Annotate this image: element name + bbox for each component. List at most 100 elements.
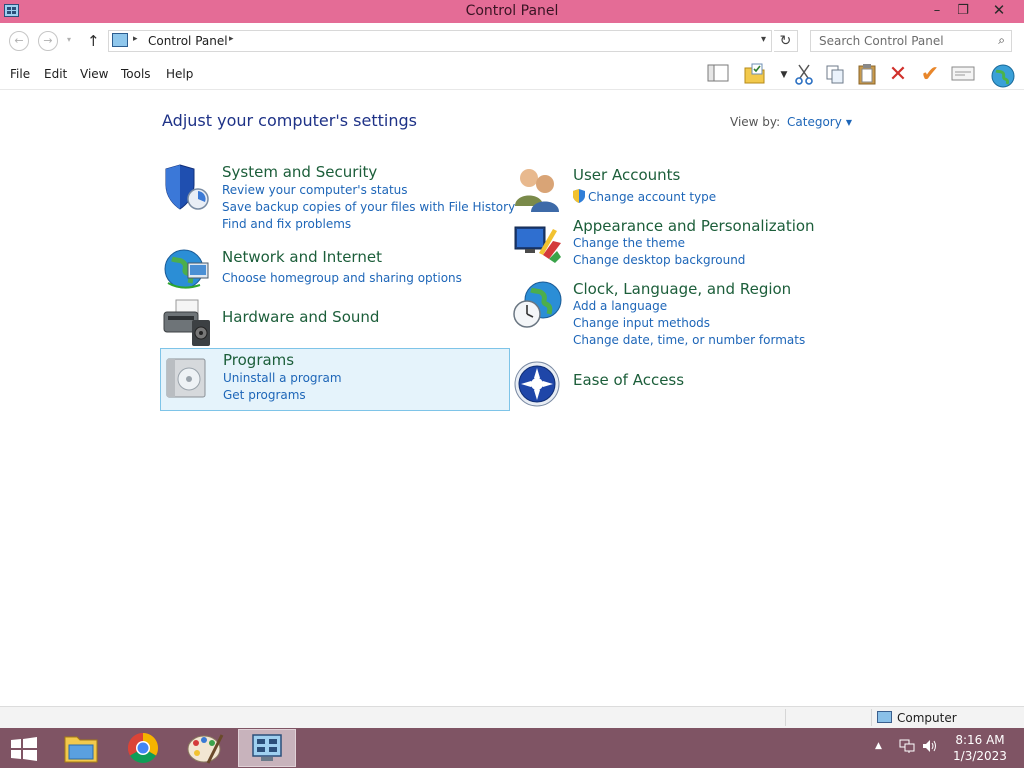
link-review-status[interactable]: Review your computer's status: [222, 183, 408, 197]
category-system-security: System and Security Review your computer…: [162, 163, 515, 237]
navigation-bar: ← → ▾ ↑ ▸ Control Panel ▸ ▾ ↻ Search Con…: [0, 23, 1024, 60]
start-button[interactable]: [10, 737, 38, 761]
dropdown-arrow-icon[interactable]: ▼: [846, 118, 852, 127]
close-button[interactable]: ✕: [979, 0, 1019, 21]
programs-icon[interactable]: [163, 353, 211, 401]
category-user-accounts: User Accounts Change account type: [513, 166, 853, 212]
category-ease-of-access: Ease of Access: [513, 360, 853, 408]
link-text[interactable]: Change account type: [588, 190, 716, 204]
title-bar[interactable]: Control Panel – ❐ ✕: [0, 0, 1024, 23]
taskbar: ▲ 8:16 AM 1/3/2023: [0, 728, 1024, 768]
category-title[interactable]: User Accounts: [573, 166, 680, 184]
clock[interactable]: 8:16 AM 1/3/2023: [944, 732, 1016, 764]
menu-help[interactable]: Help: [166, 67, 193, 81]
breadcrumb-control-panel[interactable]: Control Panel: [148, 34, 228, 48]
category-title[interactable]: Programs: [223, 351, 294, 369]
link-homegroup-sharing[interactable]: Choose homegroup and sharing options: [222, 271, 462, 285]
link-date-time-formats[interactable]: Change date, time, or number formats: [573, 333, 805, 347]
restore-button[interactable]: ❐: [951, 0, 975, 21]
network-icon[interactable]: [899, 739, 915, 757]
search-icon[interactable]: ⌕: [998, 33, 1005, 48]
page-title: Adjust your computer's settings: [162, 111, 417, 130]
category-title[interactable]: Hardware and Sound: [222, 308, 379, 326]
copy-icon[interactable]: [823, 63, 847, 87]
category-title[interactable]: Appearance and Personalization: [573, 217, 815, 235]
link-file-history-backup[interactable]: Save backup copies of your files with Fi…: [222, 200, 515, 214]
status-bar: Computer: [0, 706, 1024, 728]
globe-icon[interactable]: [990, 63, 1015, 88]
category-hardware-sound: Hardware and Sound: [162, 298, 502, 348]
search-input[interactable]: Search Control Panel ⌕: [810, 30, 1012, 52]
appearance-icon[interactable]: [513, 217, 561, 265]
back-button[interactable]: ←: [9, 31, 29, 51]
address-dropdown-icon[interactable]: ▾: [761, 34, 766, 45]
category-title[interactable]: System and Security: [222, 163, 377, 181]
recent-locations-icon[interactable]: ▾: [67, 35, 71, 44]
refresh-button[interactable]: ↻: [774, 30, 798, 52]
window-title: Control Panel: [465, 3, 559, 19]
category-title[interactable]: Ease of Access: [573, 371, 684, 389]
status-location: Computer: [897, 711, 957, 725]
menu-view[interactable]: View: [80, 67, 108, 81]
category-title[interactable]: Clock, Language, and Region: [573, 280, 791, 298]
paint-palette-icon: [187, 734, 224, 764]
menu-bar: File Edit View Tools Help ▼ ✕ ✔: [0, 60, 1024, 90]
view-by-value[interactable]: Category: [787, 115, 842, 129]
menu-edit[interactable]: Edit: [44, 67, 67, 81]
category-appearance: Appearance and Personalization Change th…: [513, 217, 853, 273]
link-change-account-type[interactable]: Change account type: [573, 189, 716, 204]
taskbar-control-panel[interactable]: [238, 729, 296, 767]
category-clock-language-region: Clock, Language, and Region Add a langua…: [513, 280, 853, 350]
users-icon[interactable]: [513, 166, 561, 214]
status-divider: [871, 709, 872, 726]
category-programs[interactable]: Programs Uninstall a program Get program…: [160, 348, 510, 411]
printer-icon[interactable]: [162, 298, 210, 346]
address-bar[interactable]: ▸ Control Panel ▸ ▾: [108, 30, 772, 52]
taskbar-file-explorer[interactable]: [52, 729, 110, 767]
view-by-dropdown[interactable]: Category ▼: [787, 115, 852, 129]
control-panel-window: Control Panel – ❐ ✕ ← → ▾ ↑ ▸ Control Pa…: [0, 0, 1024, 728]
network-globe-icon[interactable]: [162, 247, 210, 295]
checkmark-icon[interactable]: ✔: [918, 63, 942, 87]
taskbar-paint[interactable]: [176, 729, 234, 767]
status-divider: [785, 709, 786, 726]
volume-icon[interactable]: [922, 738, 938, 758]
taskbar-chrome[interactable]: [114, 729, 172, 767]
control-panel-icon: [112, 33, 128, 47]
cut-icon[interactable]: [792, 63, 816, 87]
ease-of-access-icon[interactable]: [513, 360, 561, 408]
clock-date[interactable]: 1/3/2023: [944, 748, 1016, 764]
clock-time[interactable]: 8:16 AM: [944, 732, 1016, 748]
view-by-label: View by:: [730, 115, 781, 129]
minimize-button[interactable]: –: [925, 0, 949, 21]
breadcrumb-separator[interactable]: ▸: [229, 34, 234, 44]
uac-shield-icon: [573, 189, 585, 203]
category-network-internet: Network and Internet Choose homegroup an…: [162, 247, 502, 297]
properties-icon[interactable]: [951, 63, 975, 87]
link-input-methods[interactable]: Change input methods: [573, 316, 710, 330]
clock-globe-icon[interactable]: [513, 280, 562, 328]
link-find-fix-problems[interactable]: Find and fix problems: [222, 217, 351, 231]
breadcrumb-separator[interactable]: ▸: [133, 34, 138, 44]
forward-button[interactable]: →: [38, 31, 58, 51]
link-get-programs[interactable]: Get programs: [223, 388, 306, 402]
chrome-icon: [127, 733, 159, 764]
category-title[interactable]: Network and Internet: [222, 248, 382, 266]
shield-icon[interactable]: [162, 163, 210, 211]
link-desktop-background[interactable]: Change desktop background: [573, 253, 745, 267]
control-panel-icon: [252, 734, 282, 761]
search-placeholder: Search Control Panel: [819, 34, 944, 48]
up-button[interactable]: ↑: [87, 32, 100, 50]
paste-icon[interactable]: [855, 63, 879, 87]
menu-file[interactable]: File: [10, 67, 30, 81]
delete-icon[interactable]: ✕: [886, 63, 910, 87]
link-change-theme[interactable]: Change the theme: [573, 236, 685, 250]
layout-icon[interactable]: [706, 63, 730, 87]
menu-tools[interactable]: Tools: [121, 67, 151, 81]
folder-icon[interactable]: [743, 63, 767, 87]
link-add-language[interactable]: Add a language: [573, 299, 667, 313]
link-uninstall-program[interactable]: Uninstall a program: [223, 371, 342, 385]
computer-icon: [877, 711, 892, 723]
folder-icon: [64, 736, 98, 763]
show-hidden-icons-button[interactable]: ▲: [875, 741, 882, 751]
